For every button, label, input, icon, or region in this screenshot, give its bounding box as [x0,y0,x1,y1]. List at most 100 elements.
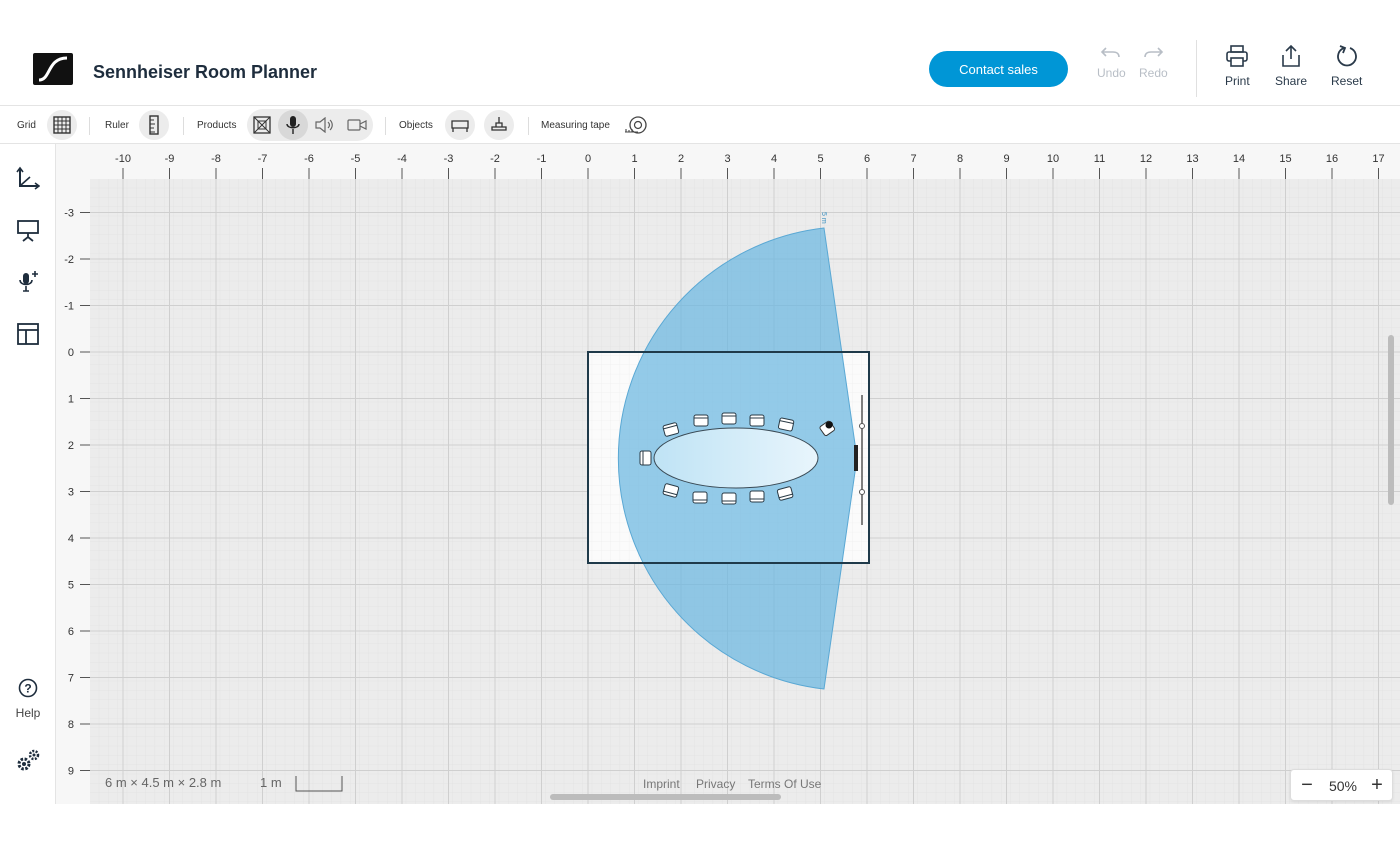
ruler-label: Ruler [105,120,129,131]
x-tick-label: 10 [1047,153,1059,165]
redo-button[interactable]: Redo [1139,44,1168,80]
contact-sales-button[interactable]: Contact sales [929,51,1068,87]
ruler-icon [149,115,159,135]
products-camera-button[interactable] [342,110,372,140]
axes-button[interactable] [14,164,42,192]
zoom-control: − 50% + [1290,769,1393,801]
chair [693,414,709,427]
x-tick-label: 13 [1186,153,1198,165]
print-label: Print [1225,74,1250,88]
scale-bar [295,776,343,792]
y-tick-label: -3 [64,208,74,220]
conference-table[interactable] [653,427,819,489]
ruler-toggle[interactable] [139,110,169,140]
y-tick-label: 6 [68,626,74,638]
x-tick-label: 15 [1279,153,1291,165]
terms-link[interactable]: Terms Of Use [748,777,821,791]
x-tick-label: 0 [585,153,591,165]
floor-plan-canvas[interactable]: -10 -9 -8 -7 -6 -5 -4 -3 -2 -1 0 1 2 3 4 5 6 7 8 9 10 11 12 13 1… [56,144,1400,804]
x-tick-label: 14 [1233,153,1245,165]
chair [749,414,765,427]
x-tick-label: -7 [258,153,268,165]
printer-icon [1226,45,1249,67]
floor-plan-svg[interactable]: -10 -9 -8 -7 -6 -5 -4 -3 -2 -1 0 1 2 3 4 5 6 7 8 9 10 11 12 13 1… [56,144,1400,804]
x-tick-label: -10 [115,153,131,165]
y-tick-label: 2 [68,440,74,452]
objects-furniture-button[interactable] [445,110,475,140]
toolbar-divider [385,117,386,135]
toolbar-divider [528,117,529,135]
add-microphone-button[interactable] [14,268,42,296]
sennheiser-logo [33,53,73,85]
grid-toggle[interactable] [47,110,77,140]
measuring-tape-icon [625,116,647,134]
presentation-screen-button[interactable] [14,216,42,244]
imprint-link[interactable]: Imprint [643,777,680,791]
y-tick-label: 0 [68,347,74,359]
lamp-icon [491,117,507,131]
x-tick-label: 8 [957,153,963,165]
share-button[interactable]: Share [1275,44,1307,88]
measuring-tape-button[interactable] [624,115,648,138]
horizontal-scrollbar[interactable] [550,794,781,800]
toolbar-divider [183,117,184,135]
products-microphone-button[interactable] [278,110,308,140]
undo-button[interactable]: Undo [1097,44,1126,80]
print-button[interactable]: Print [1225,44,1250,88]
x-tick-label: -2 [490,153,500,165]
app-title: Sennheiser Room Planner [93,62,318,82]
chair [721,492,737,505]
x-tick-label: -3 [444,153,454,165]
x-tick-label: 9 [1003,153,1009,165]
y-tick-label: 9 [68,766,74,778]
help-button[interactable]: ? [14,674,42,702]
x-tick-label: -9 [165,153,175,165]
y-tick-label: 1 [68,394,74,406]
products-speaker-button[interactable] [310,110,340,140]
room-dimensions: 6 m × 4.5 m × 2.8 m [105,775,222,790]
add-microphone-icon [19,271,38,292]
zoom-in-button[interactable]: + [1366,774,1388,796]
layout-button[interactable] [14,320,42,348]
y-tick-label: 4 [68,533,74,545]
x-tick-label: 7 [910,153,916,165]
reset-label: Reset [1331,74,1363,88]
x-tick-label: 17 [1372,153,1384,165]
x-tick-label: 11 [1094,153,1105,165]
zoom-out-button[interactable]: − [1296,774,1318,796]
chair [749,490,765,503]
vertical-scrollbar[interactable] [1388,335,1394,505]
x-tick-label: 1 [631,153,637,165]
chair [692,491,708,504]
objects-label: Objects [399,120,433,131]
left-sidebar: ? Help [0,144,56,804]
bottom-margin [0,804,1400,853]
gears-icon [17,749,40,771]
x-tick-label: 16 [1326,153,1338,165]
zoom-level: 50% [1328,778,1358,794]
share-label: Share [1275,74,1308,88]
reset-button[interactable]: Reset [1331,44,1362,88]
svg-text:?: ? [24,682,31,696]
layout-icon [17,323,39,345]
objects-fixture-button[interactable] [484,110,514,140]
x-tick-label: -8 [211,153,221,165]
presentation-screen-icon [17,220,39,242]
products-label: Products [197,120,237,131]
toolbar: Grid Ruler Products Objects Measuring ta… [0,107,1400,144]
privacy-link[interactable]: Privacy [696,777,735,791]
settings-button[interactable] [14,747,42,775]
chair [777,417,795,432]
products-all-button[interactable] [247,110,277,140]
x-tick-label: -4 [397,153,407,165]
undo-label: Undo [1097,66,1126,80]
x-tick-label: -6 [304,153,314,165]
scale-label: 1 m [260,775,282,790]
x-tick-label: 3 [724,153,730,165]
redo-icon [1144,47,1164,58]
microphone-icon [286,116,300,134]
axes-icon [16,166,40,190]
help-label: Help [15,706,41,720]
x-tick-label: -5 [351,153,361,165]
share-icon [1282,44,1300,67]
